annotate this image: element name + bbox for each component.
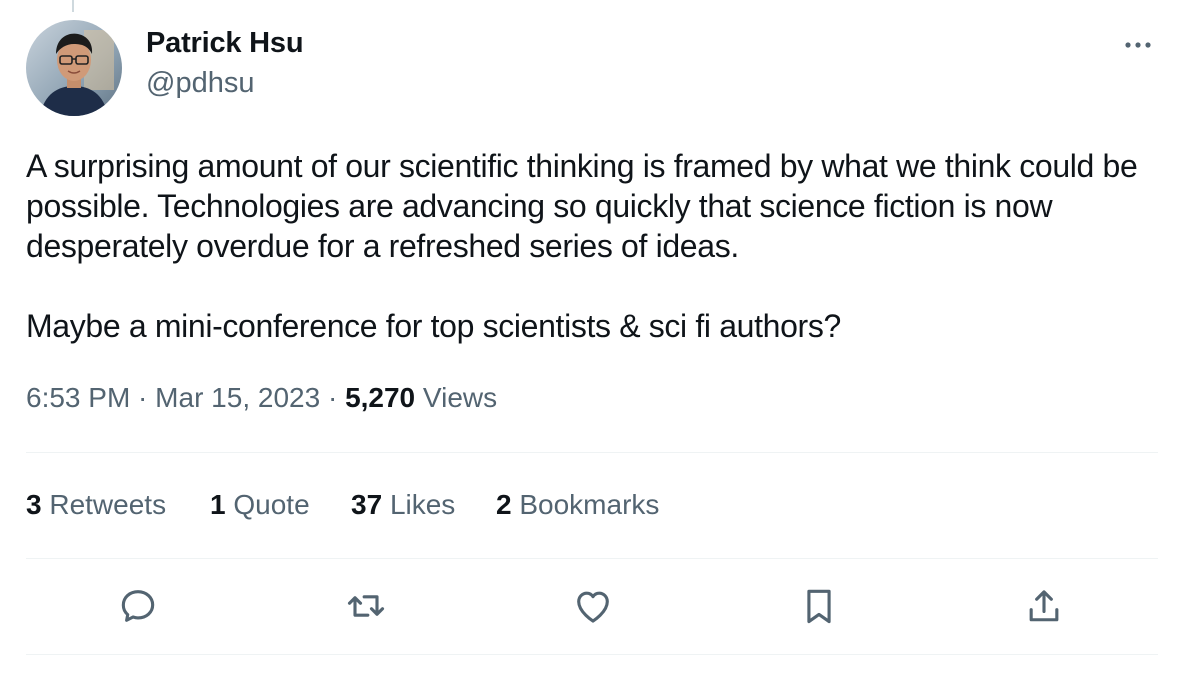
author-display-name[interactable]: Patrick Hsu xyxy=(146,27,304,60)
divider xyxy=(26,452,1158,453)
more-options-button[interactable] xyxy=(1118,30,1158,60)
retweets-count: 3 xyxy=(26,489,42,520)
more-horizontal-icon xyxy=(1125,42,1151,48)
bookmarks-stat[interactable]: 2 Bookmarks xyxy=(496,489,659,521)
tweet-date[interactable]: Mar 15, 2023 xyxy=(155,382,320,413)
meta-separator: · xyxy=(130,382,156,413)
bookmarks-label: Bookmarks xyxy=(519,489,660,520)
reply-icon xyxy=(121,590,155,622)
tweet-paragraph: Maybe a mini-conference for top scientis… xyxy=(26,308,841,344)
divider xyxy=(26,654,1158,655)
retweets-stat[interactable]: 3 Retweets xyxy=(26,489,166,521)
tweet-metadata: 6:53 PM · Mar 15, 2023 · 5,270 Views xyxy=(26,382,497,414)
views-count: 5,270 xyxy=(345,382,416,413)
views-label: Views xyxy=(422,382,498,413)
avatar[interactable] xyxy=(26,20,122,116)
retweet-button[interactable] xyxy=(344,584,388,628)
bookmarks-count: 2 xyxy=(496,489,512,520)
like-button[interactable] xyxy=(571,584,615,628)
retweets-label: Retweets xyxy=(49,489,167,520)
meta-separator: · xyxy=(320,382,346,413)
heart-icon xyxy=(577,591,609,623)
likes-label: Likes xyxy=(389,489,456,520)
divider xyxy=(26,558,1158,559)
quotes-label: Quote xyxy=(233,489,310,520)
thread-connector-line xyxy=(72,0,74,12)
tweet-time[interactable]: 6:53 PM xyxy=(26,382,130,413)
author-handle[interactable]: @pdhsu xyxy=(146,67,254,100)
retweet-icon xyxy=(347,595,385,617)
bookmark-icon xyxy=(807,589,831,624)
reply-button[interactable] xyxy=(116,584,160,628)
share-icon xyxy=(1029,590,1059,622)
likes-stat[interactable]: 37 Likes xyxy=(351,489,455,521)
avatar-image xyxy=(26,20,122,116)
tweet-text: A surprising amount of our scientific th… xyxy=(26,146,1166,346)
quotes-count: 1 xyxy=(210,489,226,520)
quotes-stat[interactable]: 1 Quote xyxy=(210,489,310,521)
likes-count: 37 xyxy=(351,489,383,520)
share-button[interactable] xyxy=(1022,584,1066,628)
tweet-paragraph: A surprising amount of our scientific th… xyxy=(26,148,1138,264)
bookmark-button[interactable] xyxy=(797,584,841,628)
